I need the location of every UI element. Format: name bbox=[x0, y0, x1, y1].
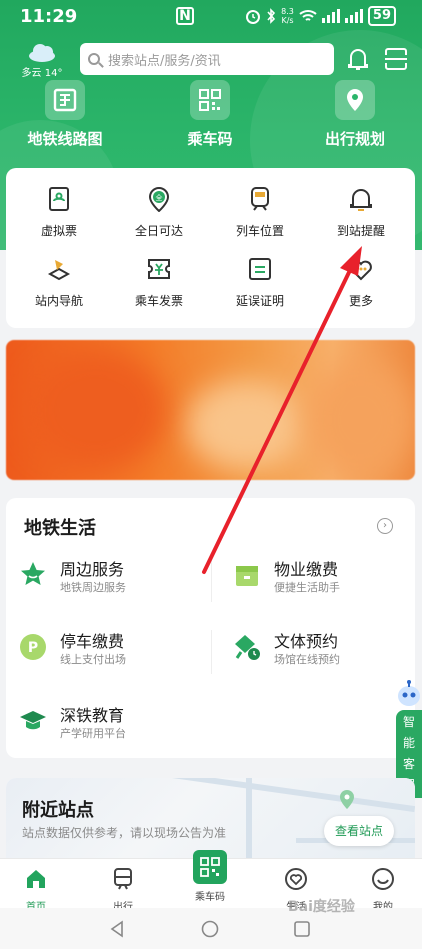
arrival-bell-icon bbox=[350, 189, 372, 211]
location-pin-icon bbox=[340, 790, 354, 809]
smile-icon bbox=[372, 868, 394, 890]
navigation-icon bbox=[47, 260, 71, 281]
metro-map-icon bbox=[45, 80, 85, 120]
service-all-day[interactable]: 全 全日可达 bbox=[109, 186, 209, 239]
status-icons: 8.3 K/s 59 bbox=[245, 6, 396, 26]
life-item-property-fee[interactable]: 物业缴费 便捷生活助手 bbox=[224, 552, 414, 602]
alarm-icon bbox=[246, 10, 261, 24]
location-pin-icon bbox=[335, 80, 375, 120]
service-label: 站内导航 bbox=[34, 294, 83, 308]
life-item-education[interactable]: 深铁教育 产学研用平台 bbox=[10, 698, 200, 748]
train-icon bbox=[251, 187, 269, 211]
service-more[interactable]: 更多 bbox=[311, 256, 411, 309]
search-icon bbox=[88, 53, 100, 65]
delay-proof-icon bbox=[249, 258, 271, 280]
life-item-nearby-service[interactable]: 周边服务 地铁周边服务 bbox=[10, 552, 200, 602]
home-circle-icon[interactable] bbox=[201, 920, 219, 938]
qr-code-icon bbox=[200, 857, 220, 877]
service-label: 延误证明 bbox=[235, 294, 284, 308]
svg-text:全: 全 bbox=[156, 193, 163, 202]
cloud-icon bbox=[27, 42, 57, 62]
train-front-icon bbox=[114, 868, 132, 890]
all-day-icon: 全 bbox=[148, 187, 170, 213]
service-invoice[interactable]: 乘车发票 bbox=[109, 256, 209, 309]
quick-label: 乘车码 bbox=[187, 130, 233, 148]
service-virtual-ticket[interactable]: 虚拟票 bbox=[9, 186, 109, 239]
nearby-title: 附近站点 bbox=[22, 800, 94, 821]
quick-trip-plan[interactable]: 出行规划 bbox=[290, 80, 420, 149]
services-card: 虚拟票 全 全日可达 列车位置 到站提醒 站内导航 乘车发票 延误证明 更多 bbox=[6, 168, 415, 328]
back-icon[interactable] bbox=[108, 920, 126, 938]
tab-qr-code-label: 乘车码 bbox=[195, 892, 225, 903]
education-icon bbox=[20, 711, 46, 730]
quick-label: 地铁线路图 bbox=[27, 130, 103, 148]
quick-label: 出行规划 bbox=[324, 130, 385, 148]
heart-icon bbox=[285, 868, 307, 890]
status-time: 11:29 bbox=[20, 6, 78, 27]
life-item-sports-booking[interactable]: 文体预约 场馆在线预约 bbox=[224, 624, 414, 674]
search-placeholder: 搜索站点/服务/资讯 bbox=[108, 53, 221, 69]
weather-widget[interactable]: 多云 14° bbox=[18, 42, 66, 79]
tab-mine[interactable]: 我的 bbox=[348, 863, 418, 913]
recents-icon[interactable] bbox=[293, 920, 311, 938]
service-station-navigation[interactable]: 站内导航 bbox=[9, 256, 109, 309]
robot-icon[interactable] bbox=[396, 680, 422, 710]
service-delay-proof[interactable]: 延误证明 bbox=[210, 256, 310, 309]
search-input[interactable]: 搜索站点/服务/资讯 bbox=[80, 43, 334, 75]
virtual-ticket-icon bbox=[49, 187, 69, 211]
signal-icon-2 bbox=[344, 9, 363, 23]
wifi-icon bbox=[299, 10, 317, 21]
tab-travel[interactable]: 出行 bbox=[88, 863, 158, 913]
system-nav-bar bbox=[0, 908, 422, 949]
property-icon bbox=[236, 566, 258, 586]
promo-banner[interactable] bbox=[6, 340, 415, 480]
life-item-parking-fee[interactable]: P 停车缴费 线上支付出场 bbox=[10, 624, 200, 674]
sports-icon bbox=[235, 635, 260, 660]
watermark: Bai度经验 bbox=[288, 899, 355, 915]
bell-icon[interactable] bbox=[346, 46, 370, 72]
parking-icon: P bbox=[20, 634, 46, 660]
nearby-subtitle: 站点数据仅供参考，请以现场公告为准 bbox=[22, 826, 227, 840]
service-label: 更多 bbox=[348, 294, 373, 308]
svg-text:P: P bbox=[28, 640, 38, 656]
tab-home[interactable]: 首页 bbox=[1, 863, 71, 913]
service-label: 虚拟票 bbox=[40, 224, 77, 238]
home-icon bbox=[27, 870, 45, 888]
service-train-location[interactable]: 列车位置 bbox=[210, 186, 310, 239]
quick-metro-map[interactable]: 地铁线路图 bbox=[0, 80, 130, 149]
weather-text: 多云 14° bbox=[21, 68, 63, 79]
service-label: 乘车发票 bbox=[134, 294, 183, 308]
qr-code-icon bbox=[190, 80, 230, 120]
metro-life-card: 地铁生活 › 周边服务 地铁周边服务 物业缴费 便捷生活助手 P 停车缴费 线上… bbox=[6, 498, 415, 758]
bluetooth-icon bbox=[267, 8, 276, 24]
service-arrival-reminder[interactable]: 到站提醒 bbox=[311, 186, 411, 239]
service-label: 全日可达 bbox=[134, 224, 183, 238]
star-icon bbox=[21, 562, 45, 585]
service-label: 列车位置 bbox=[235, 224, 284, 238]
quick-qr-code[interactable]: 乘车码 bbox=[145, 80, 275, 149]
view-stations-button[interactable]: 查看站点 bbox=[324, 816, 394, 846]
net-speed: 8.3 K/s bbox=[281, 7, 294, 25]
tab-qr-code[interactable] bbox=[193, 850, 227, 884]
status-bar: 11:29 N 8.3 K/s 59 bbox=[0, 0, 422, 34]
battery-indicator: 59 bbox=[367, 6, 396, 26]
nfc-icon: N bbox=[176, 7, 194, 25]
more-icon bbox=[350, 260, 372, 281]
scan-icon[interactable] bbox=[384, 47, 408, 71]
invoice-icon bbox=[148, 259, 170, 279]
service-label: 到站提醒 bbox=[336, 224, 385, 238]
section-title: 地铁生活 bbox=[24, 518, 96, 539]
signal-icon bbox=[321, 9, 340, 23]
chevron-right-icon[interactable]: › bbox=[377, 518, 393, 534]
